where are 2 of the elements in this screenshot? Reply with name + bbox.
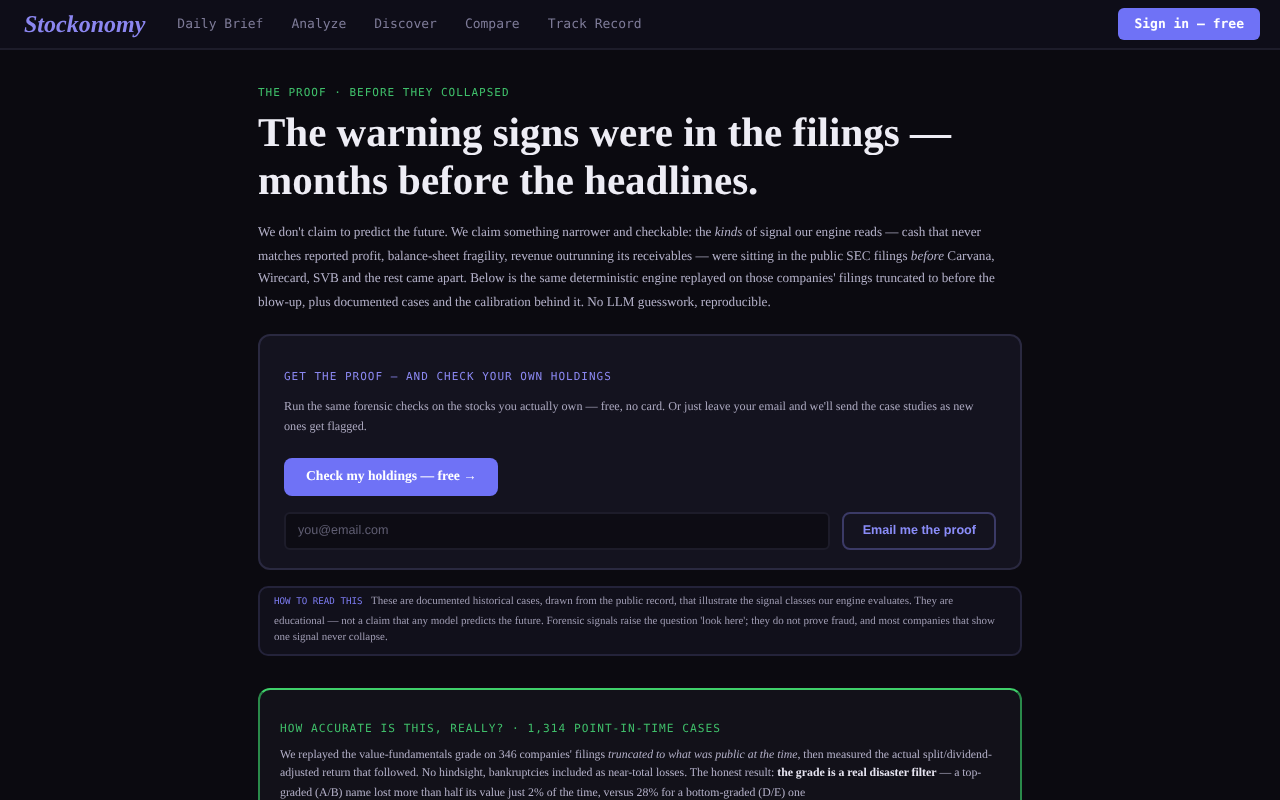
logo[interactable]: Stockonomy xyxy=(24,9,146,39)
page-headline: The warning signs were in the filings — months before the headlines. xyxy=(258,110,954,206)
